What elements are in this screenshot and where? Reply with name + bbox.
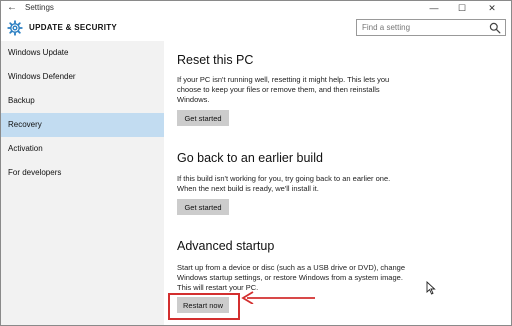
main-content: Reset this PC If your PC isn't running w… bbox=[164, 41, 511, 325]
maximize-button[interactable]: ☐ bbox=[449, 1, 475, 15]
gear-icon bbox=[7, 20, 23, 36]
close-button[interactable]: ✕ bbox=[479, 1, 505, 15]
title-bar: ← Settings — ☐ ✕ bbox=[1, 1, 511, 15]
back-arrow-icon[interactable]: ← bbox=[7, 1, 17, 15]
sidebar-item-activation[interactable]: Activation bbox=[1, 137, 164, 161]
reset-pc-description: If your PC isn't running well, resetting… bbox=[177, 75, 390, 104]
sidebar-item-windows-defender[interactable]: Windows Defender bbox=[1, 65, 164, 89]
annotation-arrow-icon bbox=[241, 291, 315, 304]
advanced-startup-heading: Advanced startup bbox=[177, 239, 275, 253]
go-back-get-started-button[interactable]: Get started bbox=[177, 199, 229, 215]
minimize-button[interactable]: — bbox=[421, 1, 447, 15]
mouse-cursor-icon bbox=[426, 281, 436, 295]
search-input[interactable]: Find a setting bbox=[356, 19, 506, 36]
go-back-heading: Go back to an earlier build bbox=[177, 151, 323, 165]
reset-pc-heading: Reset this PC bbox=[177, 53, 254, 67]
page-title: UPDATE & SECURITY bbox=[29, 23, 118, 32]
search-placeholder: Find a setting bbox=[362, 23, 411, 32]
sidebar-item-recovery[interactable]: Recovery bbox=[1, 113, 164, 137]
sidebar-item-backup[interactable]: Backup bbox=[1, 89, 164, 113]
page-header: UPDATE & SECURITY Find a setting bbox=[1, 15, 511, 41]
sidebar: Windows Update Windows Defender Backup R… bbox=[1, 41, 164, 325]
advanced-startup-description: Start up from a device or disc (such as … bbox=[177, 263, 406, 292]
window-title: Settings bbox=[25, 3, 54, 12]
settings-window: ← Settings — ☐ ✕ UPDATE & SECURITY Find … bbox=[0, 0, 512, 326]
restart-highlight-box bbox=[168, 293, 240, 320]
search-icon[interactable] bbox=[489, 22, 501, 34]
sidebar-item-windows-update[interactable]: Windows Update bbox=[1, 41, 164, 65]
reset-get-started-button[interactable]: Get started bbox=[177, 110, 229, 126]
go-back-description: If this build isn't working for you, try… bbox=[177, 174, 391, 193]
sidebar-item-for-developers[interactable]: For developers bbox=[1, 161, 164, 185]
